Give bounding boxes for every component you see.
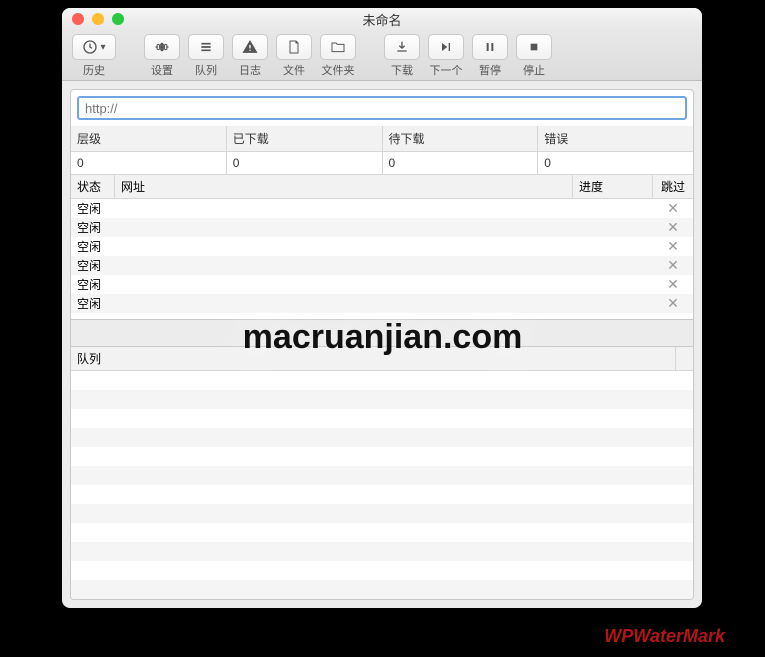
stop-button[interactable]: 停止 xyxy=(514,34,554,78)
stats-header: 层级 已下载 待下载 错误 xyxy=(71,126,693,152)
col-errors: 错误 xyxy=(538,126,693,151)
history-icon: ▾ xyxy=(72,34,116,60)
col-pending: 待下载 xyxy=(383,126,539,151)
log-button[interactable]: 日志 xyxy=(230,34,270,78)
task-status: 空闲 xyxy=(71,238,115,255)
file-button[interactable]: 文件 xyxy=(274,34,314,78)
task-row[interactable]: 空闲 ✕ xyxy=(71,199,693,218)
queue-panel: 队列 xyxy=(71,347,693,599)
task-status: 空闲 xyxy=(71,219,115,236)
task-row[interactable]: 空闲 ✕ xyxy=(71,294,693,313)
traffic-lights xyxy=(62,13,124,25)
close-icon: ✕ xyxy=(667,276,679,292)
val-level: 0 xyxy=(71,152,227,174)
col-skip-header: 跳过 xyxy=(653,175,693,198)
queue-button[interactable]: 队列 xyxy=(186,34,226,78)
download-button[interactable]: 下载 xyxy=(382,34,422,78)
close-icon: ✕ xyxy=(667,238,679,254)
val-pending: 0 xyxy=(383,152,539,174)
task-status: 空闲 xyxy=(71,257,115,274)
task-status: 空闲 xyxy=(71,276,115,293)
close-icon: ✕ xyxy=(667,219,679,235)
minimize-icon[interactable] xyxy=(92,13,104,25)
folder-icon xyxy=(320,34,356,60)
close-icon: ✕ xyxy=(667,200,679,216)
stop-icon xyxy=(516,34,552,60)
settings-button[interactable]: 设置 xyxy=(142,34,182,78)
titlebar: 未命名 xyxy=(62,8,702,30)
gear-icon xyxy=(144,34,180,60)
close-icon[interactable] xyxy=(72,13,84,25)
queue-header: 队列 xyxy=(71,347,693,371)
task-row[interactable]: 空闲 ✕ xyxy=(71,237,693,256)
task-skip-button[interactable]: ✕ xyxy=(653,296,693,311)
col-url-header: 网址 xyxy=(115,175,573,198)
download-icon xyxy=(384,34,420,60)
task-skip-button[interactable]: ✕ xyxy=(653,258,693,273)
pause-icon xyxy=(472,34,508,60)
warning-icon xyxy=(232,34,268,60)
maximize-icon[interactable] xyxy=(112,13,124,25)
next-button[interactable]: 下一个 xyxy=(426,34,466,78)
task-status: 空闲 xyxy=(71,295,115,312)
col-status-header: 状态 xyxy=(71,175,115,198)
col-downloaded: 已下载 xyxy=(227,126,383,151)
history-button[interactable]: ▾ 历史 xyxy=(70,34,118,78)
task-skip-button[interactable]: ✕ xyxy=(653,220,693,235)
skip-next-icon xyxy=(428,34,464,60)
close-icon: ✕ xyxy=(667,257,679,273)
task-header: 状态 网址 进度 跳过 xyxy=(71,175,693,199)
task-row[interactable]: 空闲 ✕ xyxy=(71,256,693,275)
pause-button[interactable]: 暂停 xyxy=(470,34,510,78)
window-title: 未命名 xyxy=(62,10,702,29)
file-icon xyxy=(276,34,312,60)
folder-button[interactable]: 文件夹 xyxy=(318,34,358,78)
toolbar: ▾ 历史 设置 队列 日志 xyxy=(62,30,702,81)
queue-header-label: 队列 xyxy=(71,347,675,370)
task-skip-button[interactable]: ✕ xyxy=(653,277,693,292)
app-window: 未命名 ▾ 历史 设置 队列 xyxy=(62,8,702,608)
task-status: 空闲 xyxy=(71,200,115,217)
task-row[interactable]: 空闲 ✕ xyxy=(71,218,693,237)
list-icon xyxy=(188,34,224,60)
panel-divider xyxy=(70,319,694,347)
task-skip-button[interactable]: ✕ xyxy=(653,239,693,254)
val-downloaded: 0 xyxy=(227,152,383,174)
col-progress-header: 进度 xyxy=(573,175,653,198)
close-icon: ✕ xyxy=(667,295,679,311)
scrollbar-corner xyxy=(675,347,693,370)
url-input[interactable] xyxy=(77,96,687,120)
watermark-bottom: WPWaterMark xyxy=(604,626,725,647)
content-area: 层级 已下载 待下载 错误 0 0 0 0 状态 网址 进度 跳过 空闲 ✕ 空闲 ✕… xyxy=(70,89,694,600)
queue-list xyxy=(71,371,693,599)
val-errors: 0 xyxy=(538,152,693,174)
task-row[interactable]: 空闲 ✕ xyxy=(71,275,693,294)
stats-values: 0 0 0 0 xyxy=(71,152,693,175)
col-level: 层级 xyxy=(71,126,227,151)
task-list: 空闲 ✕ 空闲 ✕ 空闲 ✕ 空闲 ✕ 空闲 ✕ 空闲 ✕ xyxy=(71,199,693,319)
task-skip-button[interactable]: ✕ xyxy=(653,201,693,216)
